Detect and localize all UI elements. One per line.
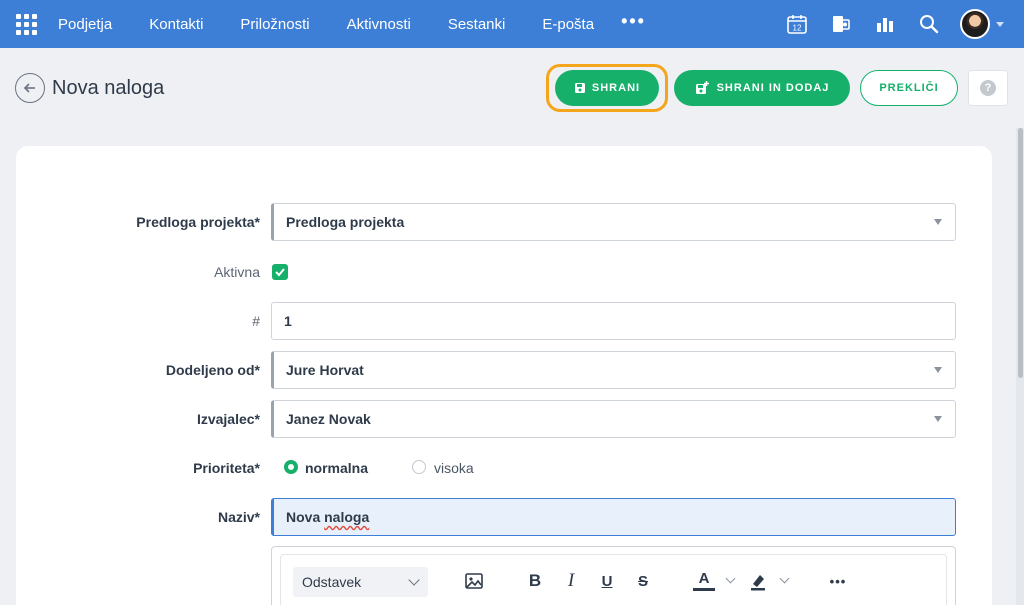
chevron-down-icon <box>408 574 420 586</box>
floppy-disk-plus-icon <box>695 81 709 94</box>
assignee-label: Izvajalec* <box>196 411 260 427</box>
nav-item-activities[interactable]: Aktivnosti <box>347 16 411 33</box>
calendar-icon[interactable]: 12 <box>784 11 810 37</box>
nav-item-meetings[interactable]: Sestanki <box>448 16 506 33</box>
description-editor[interactable]: Odstavek B I U S A ••• <box>271 546 956 605</box>
cancel-label: PREKLIČI <box>879 82 939 94</box>
help-button[interactable]: ? <box>968 70 1008 106</box>
more-options-button[interactable]: ••• <box>826 569 850 593</box>
insert-image-button[interactable] <box>463 569 485 593</box>
number-input[interactable]: 1 <box>271 302 956 340</box>
italic-button[interactable]: I <box>561 569 581 593</box>
save-button[interactable]: SHRANI <box>555 70 659 106</box>
back-button[interactable] <box>15 73 45 103</box>
priority-label: Prioriteta* <box>193 460 260 476</box>
scrollbar-thumb[interactable] <box>1018 128 1023 378</box>
reports-icon[interactable] <box>872 11 898 37</box>
dropdown-arrow-icon <box>934 219 942 225</box>
dropdown-arrow-icon <box>934 416 942 422</box>
save-and-add-label: SHRANI IN DODAJ <box>716 82 830 94</box>
name-value-prefix: Nova <box>286 509 325 525</box>
dropdown-arrow-icon <box>934 367 942 373</box>
nav-item-email[interactable]: E-pošta <box>542 16 594 33</box>
nav-item-contacts[interactable]: Kontakti <box>149 16 203 33</box>
page-header: Nova naloga SHRANI SHRANI IN DODAJ PREKL… <box>0 48 1024 128</box>
bold-button[interactable]: B <box>525 569 545 593</box>
active-label: Aktivna <box>214 264 260 280</box>
priority-normal-radio[interactable] <box>284 460 298 474</box>
priority-high-radio[interactable] <box>412 460 426 474</box>
name-label: Naziv* <box>217 509 260 525</box>
editor-toolbar: Odstavek B I U S A ••• <box>280 554 947 605</box>
paragraph-format-value: Odstavek <box>302 574 362 590</box>
strikethrough-button[interactable]: S <box>633 569 653 593</box>
apps-grid-icon[interactable] <box>14 12 38 36</box>
number-value: 1 <box>284 313 292 329</box>
save-label: SHRANI <box>591 82 641 94</box>
priority-normal-label[interactable]: normalna <box>305 460 368 476</box>
template-label: Predloga projekta* <box>136 214 260 230</box>
assigned-by-label: Dodeljeno od* <box>165 362 260 378</box>
name-input[interactable]: Nova naloga <box>271 498 956 536</box>
nav-menu: Podjetja Kontakti Priložnosti Aktivnosti… <box>58 12 646 33</box>
template-select[interactable]: Predloga projekta <box>271 203 956 241</box>
calendar-day: 12 <box>793 24 802 33</box>
image-icon <box>465 573 483 589</box>
font-color-button[interactable]: A <box>693 569 715 591</box>
number-label: # <box>252 313 260 329</box>
highlighter-icon <box>751 575 765 591</box>
paragraph-format-select[interactable]: Odstavek <box>293 567 428 597</box>
top-navigation: Podjetja Kontakti Priložnosti Aktivnosti… <box>0 0 1024 48</box>
nav-item-companies[interactable]: Podjetja <box>58 16 112 33</box>
underline-button[interactable]: U <box>597 569 617 593</box>
template-value: Predloga projekta <box>286 214 405 230</box>
name-value-misspelled: naloga <box>324 509 370 525</box>
font-color-chevron-icon[interactable] <box>725 573 736 584</box>
floppy-disk-icon <box>574 83 585 93</box>
search-icon[interactable] <box>916 11 942 37</box>
save-and-add-button[interactable]: SHRANI IN DODAJ <box>674 70 850 106</box>
nav-more-icon[interactable]: ••• <box>621 12 646 33</box>
highlight-button[interactable] <box>747 569 769 593</box>
assigned-by-value: Jure Horvat <box>286 362 364 378</box>
page-title: Nova naloga <box>52 77 165 99</box>
cancel-button[interactable]: PREKLIČI <box>860 70 958 106</box>
nav-item-opportunities[interactable]: Priložnosti <box>240 16 309 33</box>
avatar[interactable] <box>960 9 990 39</box>
assigned-by-select[interactable]: Jure Horvat <box>271 351 956 389</box>
help-icon: ? <box>980 80 996 96</box>
assignee-select[interactable]: Janez Novak <box>271 400 956 438</box>
highlight-chevron-icon[interactable] <box>779 573 790 584</box>
nav-icons: 12 <box>766 0 1004 48</box>
teams-icon[interactable] <box>828 11 854 37</box>
arrow-left-icon <box>23 83 35 93</box>
assignee-value: Janez Novak <box>286 411 371 427</box>
checkmark-icon <box>275 268 285 277</box>
user-menu-chevron-icon[interactable] <box>996 21 1004 27</box>
priority-high-label[interactable]: visoka <box>434 460 474 476</box>
active-checkbox[interactable] <box>272 264 288 280</box>
